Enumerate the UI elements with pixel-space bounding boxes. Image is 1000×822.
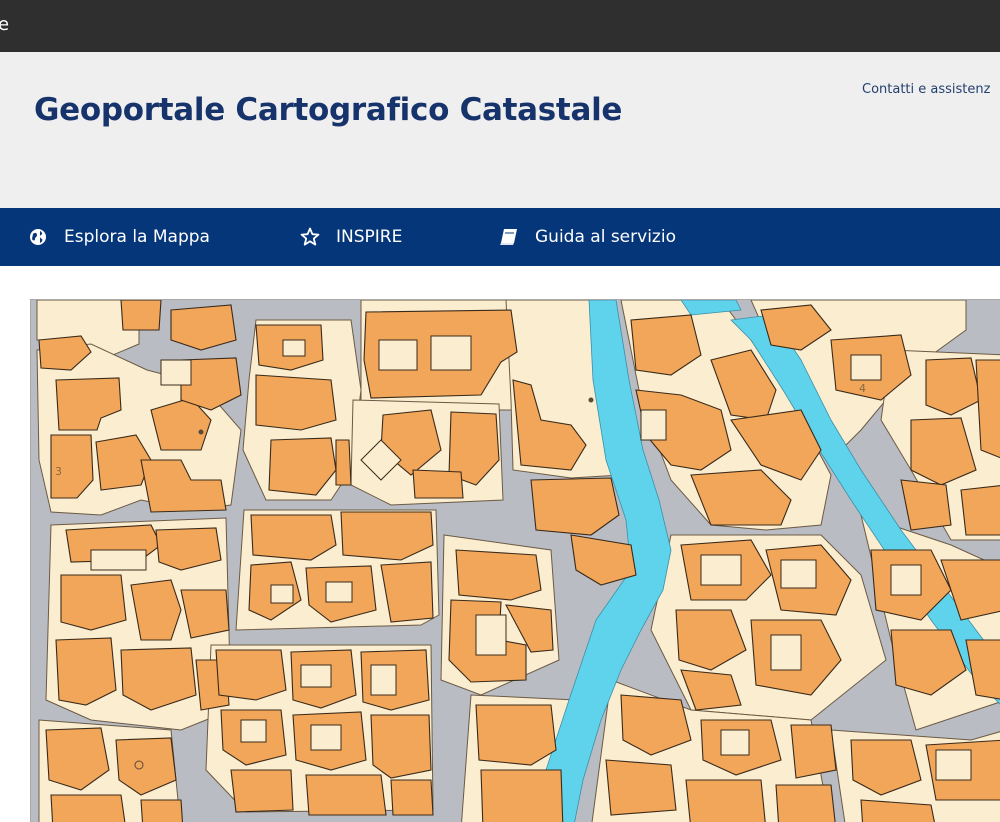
globe-icon bbox=[28, 227, 48, 247]
cadastral-map[interactable]: 3 4 bbox=[30, 299, 1000, 822]
nav-item-explore-map[interactable]: Esplora la Mappa bbox=[28, 208, 210, 266]
map-canvas[interactable]: 3 4 bbox=[31, 300, 1000, 822]
main-navigation: Esplora la Mappa INSPIRE Guida al serviz… bbox=[0, 208, 1000, 266]
top-bar: e bbox=[0, 0, 1000, 52]
top-bar-text-fragment: e bbox=[0, 14, 10, 35]
nav-item-label: Esplora la Mappa bbox=[64, 227, 210, 247]
map-parcel-label: 4 bbox=[859, 382, 866, 395]
star-icon bbox=[300, 227, 320, 247]
site-title[interactable]: Geoportale Cartografico Catastale bbox=[34, 92, 622, 128]
nav-item-label: Guida al servizio bbox=[535, 227, 676, 247]
nav-item-label: INSPIRE bbox=[336, 227, 403, 247]
contact-link[interactable]: Contatti e assistenz bbox=[862, 82, 990, 97]
site-header: Geoportale Cartografico Catastale Contat… bbox=[0, 52, 1000, 208]
nav-item-inspire[interactable]: INSPIRE bbox=[300, 208, 402, 266]
nav-item-service-guide[interactable]: Guida al servizio bbox=[499, 208, 676, 266]
map-parcel-label: 3 bbox=[55, 465, 62, 478]
book-icon bbox=[499, 227, 519, 247]
